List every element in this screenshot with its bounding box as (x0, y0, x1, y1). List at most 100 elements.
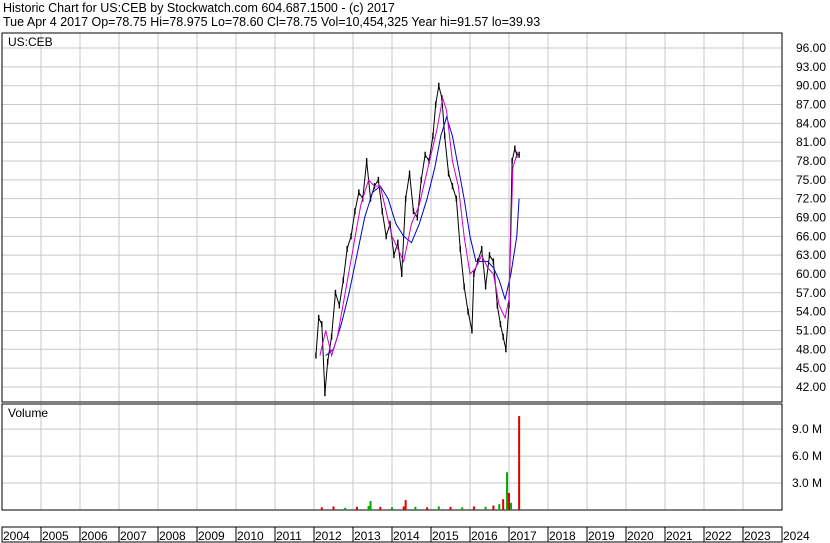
price-tick-label: 96.00 (796, 41, 826, 55)
price-tick-label: 78.00 (796, 154, 826, 168)
volume-bar (509, 502, 512, 510)
price-tick-label: 81.00 (796, 135, 826, 149)
year-tick-label: 2024 (783, 529, 810, 543)
year-tick-label: 2008 (159, 529, 186, 543)
volume-tick-label: 3.0 M (792, 476, 822, 490)
price-tick-label: 72.00 (796, 192, 826, 206)
price-segment (420, 154, 426, 180)
volume-y-ticks: 3.0 M 6.0 M 9.0 M (792, 422, 822, 490)
year-tick-label: 2023 (744, 529, 771, 543)
volume-bar (379, 506, 382, 510)
volume-bar (461, 507, 464, 510)
price-tick-label: 60.00 (796, 267, 826, 281)
year-tick-label: 2020 (627, 529, 654, 543)
price-tick-label: 48.00 (796, 342, 826, 356)
price-segment (409, 173, 414, 212)
year-tick-label: 2022 (705, 529, 732, 543)
volume-bar (369, 501, 372, 510)
price-segment (334, 292, 340, 306)
price-segment (315, 317, 320, 356)
year-tick-label: 2006 (81, 529, 108, 543)
year-tick-label: 2014 (393, 529, 420, 543)
price-segment (496, 305, 501, 325)
volume-bar (508, 492, 510, 510)
price-segment (342, 248, 348, 281)
price-segment (514, 148, 518, 155)
year-tick-label: 2015 (432, 529, 459, 543)
price-tick-label: 54.00 (796, 305, 826, 319)
volume-bar (404, 500, 407, 510)
year-tick-label: 2011 (276, 529, 302, 543)
volume-bar (320, 507, 323, 510)
price-segment (481, 248, 487, 287)
price-tick-label: 90.00 (796, 79, 826, 93)
price-tick-label: 84.00 (796, 116, 826, 130)
price-segment (435, 85, 440, 105)
volume-bar (391, 507, 393, 510)
price-segment (318, 317, 323, 325)
stock-chart: US:CEB Volume 42.00 45.00 48.00 51.00 54.00 5… (1, 32, 826, 543)
price-segment (324, 361, 329, 394)
price-segment (455, 198, 461, 249)
volume-bar (502, 499, 505, 510)
volume-bar (332, 506, 335, 510)
year-tick-label: 2016 (471, 529, 498, 543)
year-tick-label: 2010 (237, 529, 264, 543)
price-tick-label: 57.00 (796, 286, 826, 300)
year-tick-label: 2012 (315, 529, 342, 543)
volume-bar (472, 506, 475, 510)
volume-tick-label: 6.0 M (792, 449, 822, 463)
price-tick-label: 75.00 (796, 173, 826, 187)
price-segment (354, 192, 360, 212)
volume-bar (426, 507, 429, 510)
year-tick-label: 2017 (510, 529, 537, 543)
price-tick-label: 66.00 (796, 229, 826, 243)
price-segment (397, 242, 403, 275)
price-segment (424, 154, 430, 162)
year-tick-label: 2005 (42, 529, 69, 543)
volume-bar (506, 472, 509, 510)
volume-bar (402, 506, 405, 510)
price-tick-label: 51.00 (796, 323, 826, 337)
price-tick-label: 45.00 (796, 361, 826, 375)
volume-bar (437, 506, 440, 510)
price-segment (358, 192, 364, 199)
volume-bar (498, 504, 501, 510)
price-segment (485, 255, 490, 287)
volume-bar (355, 506, 358, 510)
price-segment (374, 179, 379, 187)
price-segment (405, 173, 411, 199)
price-tick-label: 69.00 (796, 211, 826, 225)
volume-bar (367, 505, 370, 510)
price-segment (502, 336, 507, 350)
volume-bar (492, 505, 495, 510)
price-tick-label: 63.00 (796, 248, 826, 262)
year-ticks: 2004 2005 2006 2007 2008 2009 2010 2011 2012 2013… (1, 527, 810, 543)
price-segment (459, 248, 465, 287)
year-tick-label: 2004 (3, 529, 30, 543)
price-segment (451, 185, 457, 199)
volume-label: Volume (8, 406, 48, 420)
volume-bar (344, 507, 347, 510)
price-segment (438, 85, 443, 99)
volume-bars (320, 416, 521, 510)
volume-tick-label: 9.0 M (792, 422, 822, 436)
price-segment (511, 148, 516, 162)
year-tick-label: 2007 (120, 529, 147, 543)
volume-bar (414, 506, 417, 510)
price-tick-label: 42.00 (796, 380, 826, 394)
volume-bar (449, 506, 452, 510)
price-y-ticks: 42.00 45.00 48.00 51.00 54.00 57.00 60.00 63.00… (796, 41, 826, 394)
price-segment (377, 179, 383, 212)
year-tick-label: 2019 (588, 529, 615, 543)
price-segment (346, 236, 352, 250)
price-segment (489, 254, 494, 262)
price-segment (471, 273, 475, 331)
year-tick-label: 2009 (198, 529, 225, 543)
price-tick-label: 93.00 (796, 60, 826, 74)
price-segment (381, 211, 387, 237)
year-tick-label: 2018 (549, 529, 576, 543)
ticker-label: US:CEB (8, 35, 53, 49)
price-segment (444, 135, 450, 174)
volume-bar (484, 506, 487, 510)
